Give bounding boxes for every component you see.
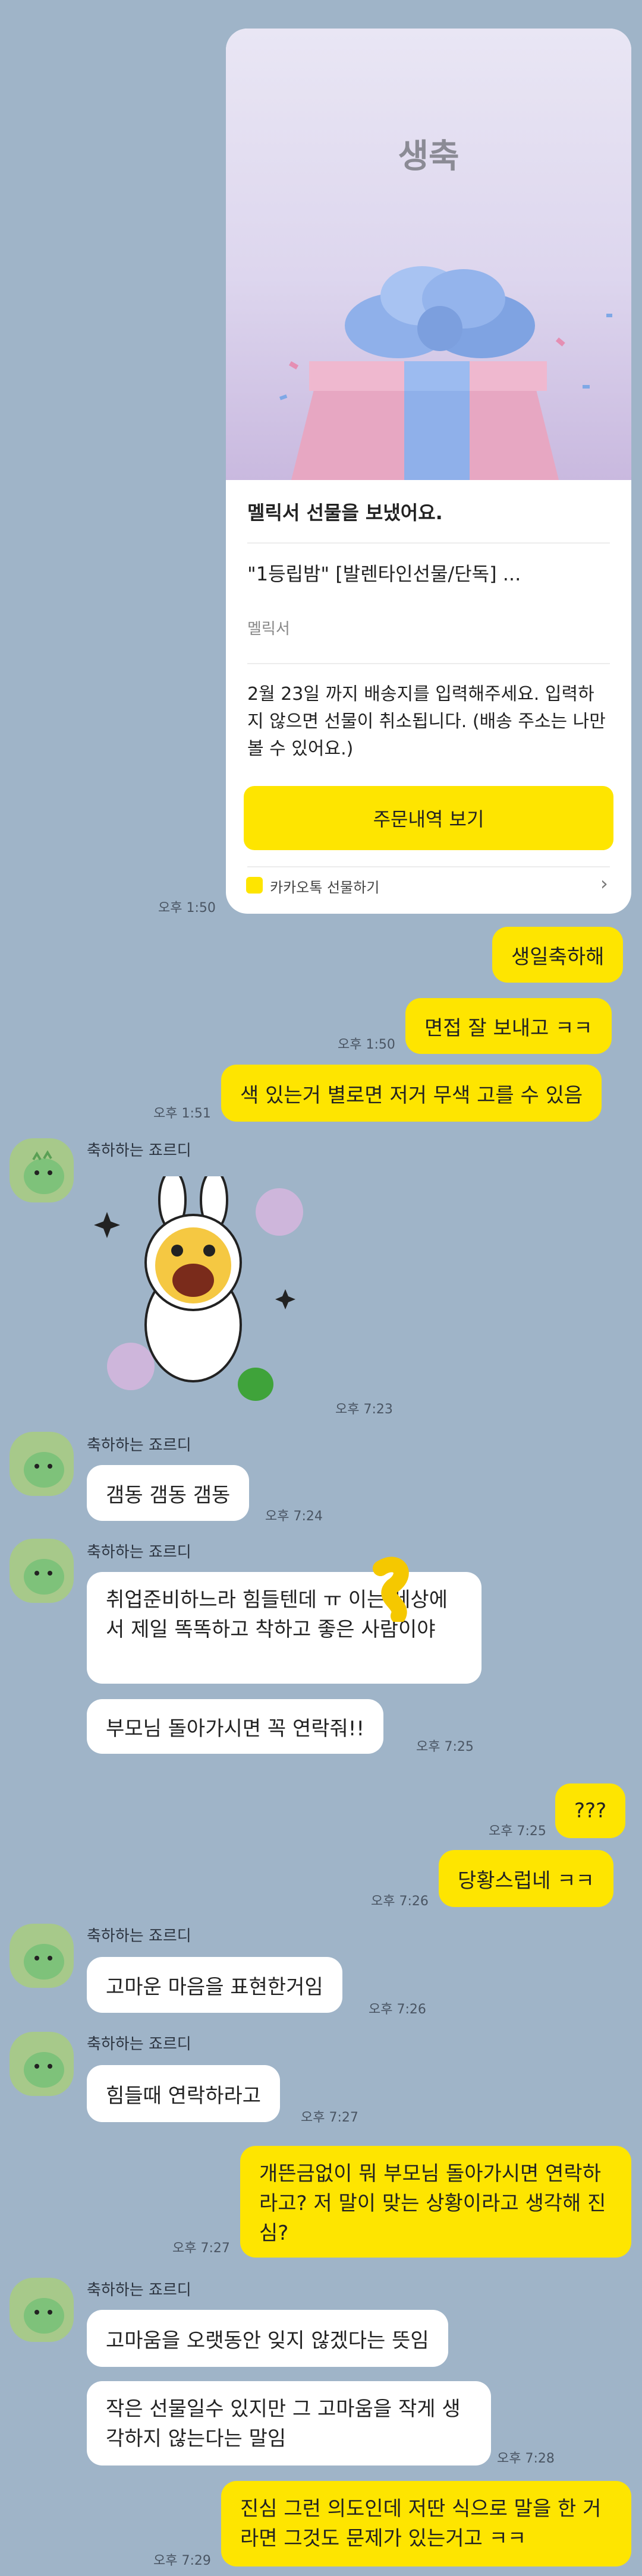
avatar[interactable]: [10, 2278, 74, 2342]
divider: [247, 663, 610, 664]
order-history-button[interactable]: 주문내역 보기: [244, 786, 613, 850]
message-time: 오후 7:29: [153, 2553, 211, 2568]
message-time: 오후 1:50: [158, 901, 216, 916]
message-time: 오후 7:26: [371, 1894, 429, 1909]
avatar[interactable]: [10, 2032, 74, 2096]
message-bubble-me: 생일축하해: [492, 927, 624, 983]
message-bubble-me: 면접 잘 보내고 ㅋㅋ: [405, 998, 612, 1054]
message-bubble-me: 색 있는거 별로면 저거 무색 고를 수 있음: [221, 1065, 602, 1122]
jordy-avatar-icon: [24, 2298, 64, 2334]
jordy-avatar-icon: [24, 1150, 64, 1194]
divider: [247, 542, 610, 544]
message-time: 오후 7:26: [369, 2002, 426, 2017]
avatar[interactable]: [10, 1539, 74, 1603]
message-time: 오후 7:23: [335, 1402, 393, 1417]
message-bubble-me: ???: [555, 1783, 626, 1838]
message-bubble-you: 갬동 갬동 갬동: [87, 1465, 250, 1521]
gift-notice: 2월 23일 까지 배송지를 입력해주세요. 입력하지 않으면 선물이 취소됩니…: [247, 684, 606, 759]
redaction-scribble: [373, 1557, 409, 1622]
message-time: 오후 7:25: [489, 1824, 546, 1839]
message-bubble-me: 당황스럽네 ㅋㅋ: [439, 1850, 613, 1907]
chevron-right-icon[interactable]: ›: [600, 872, 608, 895]
message-bubble-me: 개뜬금없이 뭐 부모님 돌아가시면 연락하라고? 저 말이 맞는 상황이라고 생…: [240, 2146, 631, 2258]
message-time: 오후 7:25: [416, 1740, 474, 1754]
gift-box-illustration: [279, 266, 612, 480]
jordy-avatar-icon: [24, 2052, 64, 2088]
gift-brand: 멜릭서: [247, 620, 290, 638]
message-time: 오후 7:24: [265, 1509, 323, 1524]
message-bubble-you: 고마운 마음을 표현한거임: [87, 1957, 342, 2013]
message-time: 오후 1:50: [338, 1037, 395, 1052]
sender-name: 축하하는 죠르디: [87, 2281, 191, 2299]
message-time: 오후 7:28: [497, 2451, 555, 2466]
jordy-avatar-icon: [24, 1452, 64, 1488]
sender-name: 축하하는 죠르디: [87, 1142, 191, 1160]
message-time: 오후 7:27: [172, 2241, 230, 2256]
kakao-gift-icon: [246, 877, 263, 894]
jordy-avatar-icon: [24, 1559, 64, 1595]
sender-name: 축하하는 죠르디: [87, 2035, 191, 2053]
message-bubble-you: 부모님 돌아가시면 꼭 연락줘!!: [87, 1699, 384, 1754]
gift-product-name[interactable]: "1등립밤" [발렌타인선물/단독] ...: [247, 560, 610, 588]
avatar[interactable]: [10, 1138, 74, 1202]
divider: [247, 866, 610, 867]
message-bubble-you: 힘들때 연락하라고: [87, 2065, 281, 2122]
message-bubble-me: 진심 그런 의도인데 저딴 식으로 말을 한 거라면 그것도 문제가 있는거고 …: [221, 2481, 631, 2566]
sender-name: 축하하는 죠르디: [87, 1437, 191, 1454]
ryan-rabbit-emoticon: [94, 1176, 303, 1401]
sender-name: 축하하는 죠르디: [87, 1543, 191, 1561]
avatar[interactable]: [10, 1924, 74, 1988]
gift-card[interactable]: 생축 멜릭서 선물을 보냈어요. "1등립밤" [발렌타인선물/단독] ... …: [226, 29, 631, 914]
message-bubble-you: 고마움을 오랫동안 잊지 않겠다는 뜻임: [87, 2310, 448, 2367]
message-time: 오후 7:27: [301, 2110, 358, 2125]
message-bubble-you: 취업준비하느라 힘들텐데 ㅠ 이는 세상에서 제일 똑똑하고 착하고 좋은 사람…: [87, 1572, 482, 1684]
message-bubble-you: 작은 선물일수 있지만 그 고마움을 작게 생각하지 않는다는 말임: [87, 2381, 491, 2465]
gift-sent-text: 멜릭서 선물을 보냈어요.: [247, 501, 443, 524]
message-time: 오후 1:51: [153, 1106, 211, 1121]
avatar[interactable]: [10, 1432, 74, 1496]
gift-hero-image: 생축: [226, 29, 631, 480]
jordy-avatar-icon: [24, 1944, 64, 1980]
sender-name: 축하하는 죠르디: [87, 1927, 191, 1945]
gift-footer-label[interactable]: 카카오톡 선물하기: [270, 876, 379, 896]
